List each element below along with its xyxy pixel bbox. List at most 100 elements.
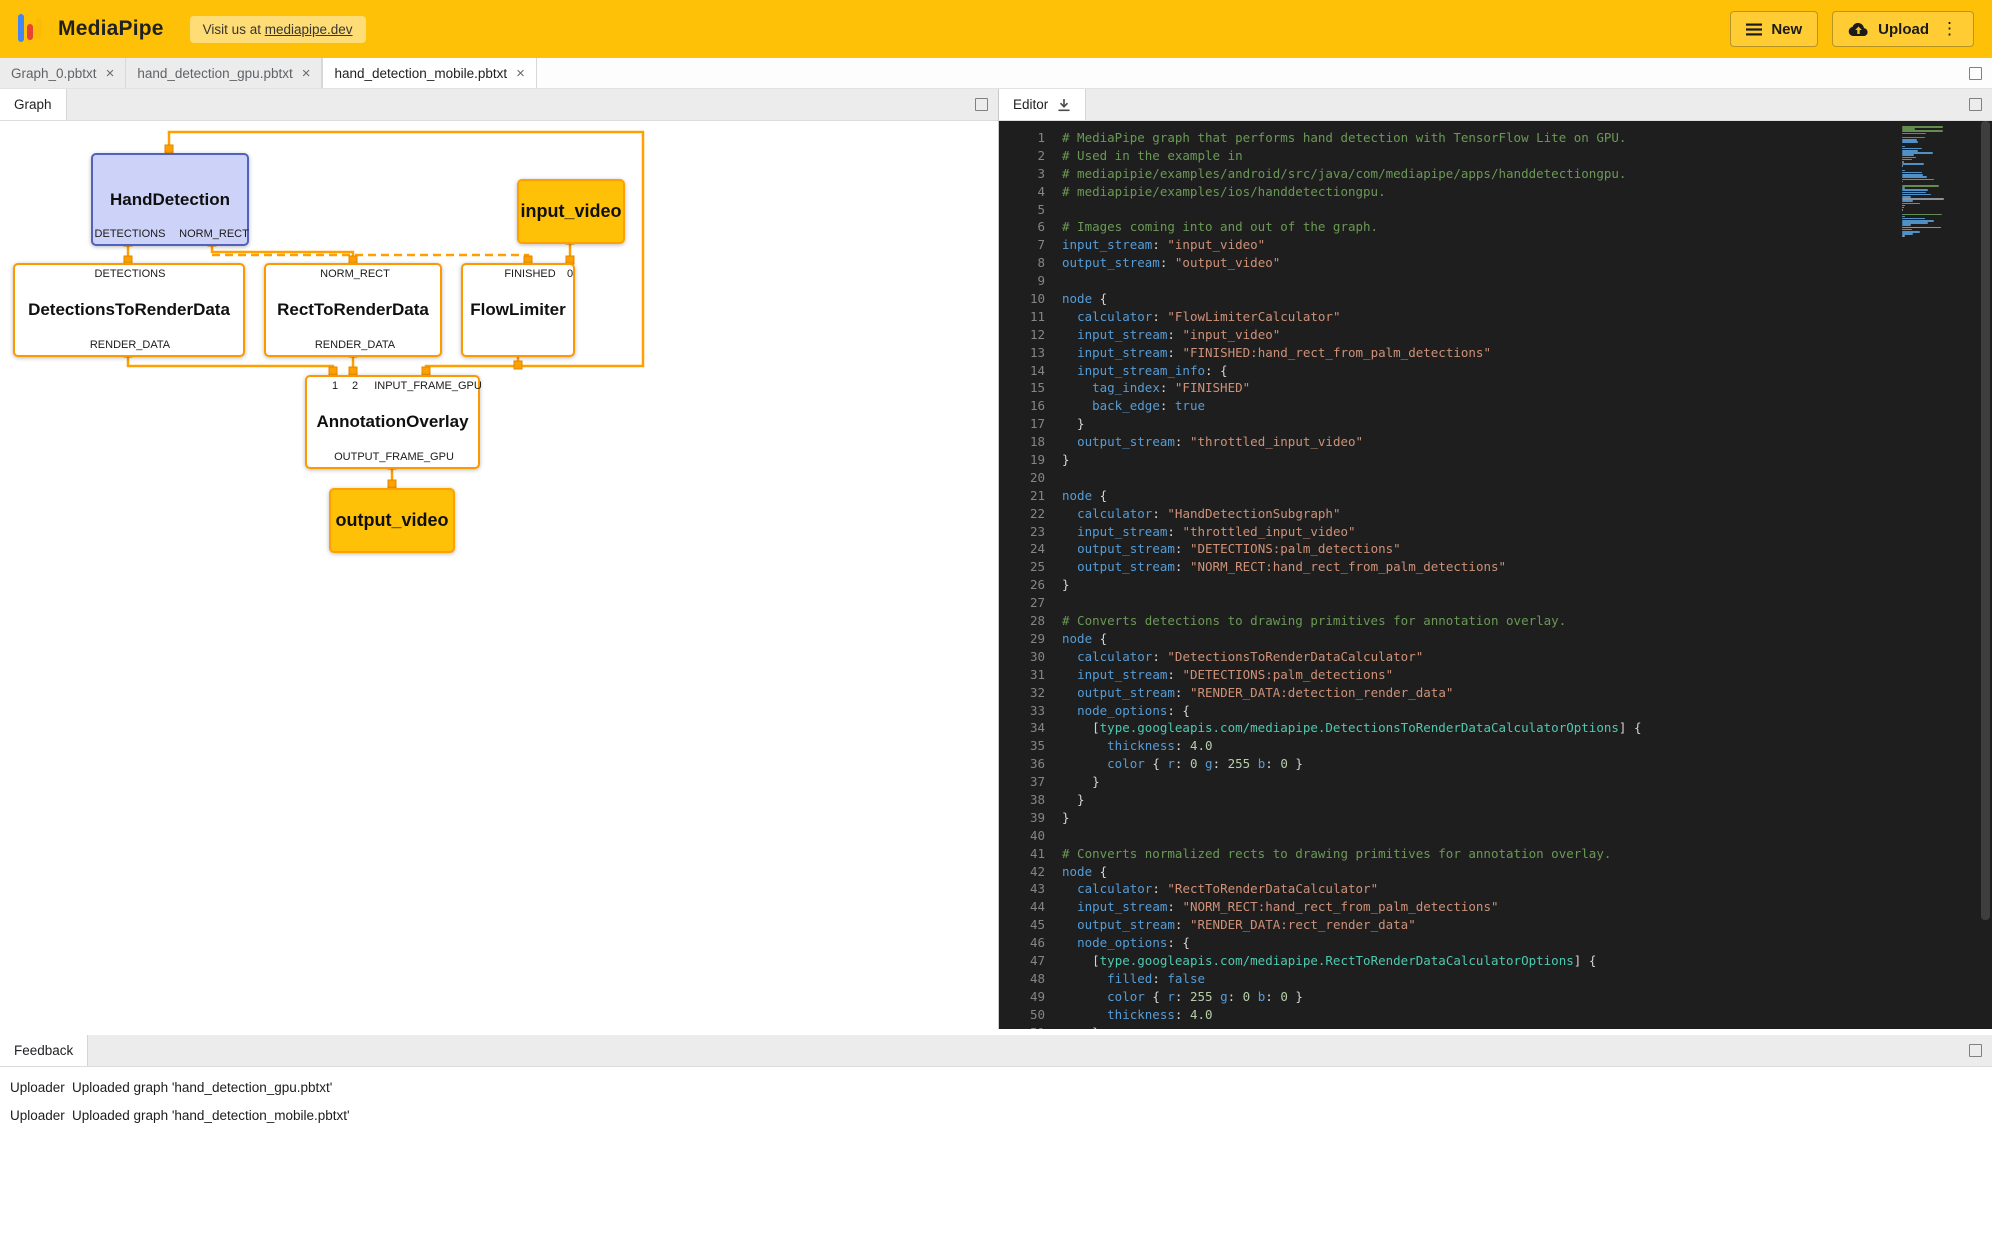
tab-graph[interactable]: Graph bbox=[0, 89, 67, 120]
code-line: 45 output_stream: "RENDER_DATA:rect_rend… bbox=[999, 916, 1892, 934]
code-line: 20 bbox=[999, 469, 1892, 487]
new-button[interactable]: New bbox=[1730, 11, 1818, 47]
code-line: 8output_stream: "output_video" bbox=[999, 254, 1892, 272]
close-icon[interactable]: × bbox=[302, 65, 311, 82]
code-text: input_stream_info: { bbox=[1062, 362, 1228, 380]
code-text: node_options: { bbox=[1062, 702, 1190, 720]
code-text: # Images coming into and out of the grap… bbox=[1062, 218, 1378, 236]
code-text: thickness: 4.0 bbox=[1062, 1006, 1213, 1024]
graph-node-flow_limiter[interactable]: FINISHED0FlowLimiter bbox=[461, 263, 575, 357]
code-text: } bbox=[1062, 1024, 1100, 1029]
file-tab[interactable]: hand_detection_gpu.pbtxt× bbox=[126, 58, 322, 88]
code-line: 28# Converts detections to drawing primi… bbox=[999, 612, 1892, 630]
graph-canvas[interactable]: HandDetectionDETECTIONSNORM_RECT input_vi… bbox=[0, 121, 998, 1029]
feedback-source: Uploader bbox=[10, 1108, 72, 1123]
code-text: output_stream: "DETECTIONS:palm_detectio… bbox=[1062, 540, 1401, 558]
feedback-message: Uploaded graph 'hand_detection_gpu.pbtxt… bbox=[72, 1080, 332, 1095]
download-icon[interactable] bbox=[1057, 98, 1071, 112]
popout-icon[interactable] bbox=[975, 98, 988, 111]
code-line: 39} bbox=[999, 809, 1892, 827]
tab-editor[interactable]: Editor bbox=[999, 89, 1086, 120]
code-line: 42node { bbox=[999, 863, 1892, 881]
line-number: 10 bbox=[999, 290, 1045, 308]
minimap[interactable] bbox=[1902, 126, 1974, 238]
code-text: tag_index: "FINISHED" bbox=[1062, 379, 1250, 397]
code-text: # Converts detections to drawing primiti… bbox=[1062, 612, 1566, 630]
port-label: DETECTIONS bbox=[95, 268, 166, 280]
minimap-line bbox=[1902, 157, 1916, 159]
code-text: color { r: 0 g: 255 b: 0 } bbox=[1062, 755, 1303, 773]
popout-icon[interactable] bbox=[1969, 67, 1982, 80]
code-line: 40 bbox=[999, 827, 1892, 845]
graph-node-rect_to_render_data[interactable]: NORM_RECTRectToRenderDataRENDER_DATA bbox=[264, 263, 442, 357]
code-line: 32 output_stream: "RENDER_DATA:detection… bbox=[999, 684, 1892, 702]
file-tab-label: hand_detection_mobile.pbtxt bbox=[334, 66, 507, 81]
graph-node-input_video[interactable]: input_video bbox=[517, 179, 625, 244]
editor-panel: Editor 1# MediaPipe graph that performs … bbox=[999, 89, 1992, 1029]
minimap-line bbox=[1902, 185, 1939, 187]
close-icon[interactable]: × bbox=[106, 65, 115, 82]
tab-feedback[interactable]: Feedback bbox=[0, 1035, 88, 1066]
graph-node-hand_detection[interactable]: HandDetectionDETECTIONSNORM_RECT bbox=[91, 153, 249, 246]
code-text: node { bbox=[1062, 630, 1107, 648]
upload-button[interactable]: Upload ⋮ bbox=[1832, 11, 1974, 47]
code-text: output_stream: "throttled_input_video" bbox=[1062, 433, 1363, 451]
upload-button-label: Upload bbox=[1878, 21, 1929, 38]
code-editor[interactable]: 1# MediaPipe graph that performs hand de… bbox=[999, 121, 1992, 1029]
graph-node-detections_to_render_data[interactable]: DETECTIONSDetectionsToRenderDataRENDER_D… bbox=[13, 263, 245, 357]
code-line: 30 calculator: "DetectionsToRenderDataCa… bbox=[999, 648, 1892, 666]
file-tab[interactable]: Graph_0.pbtxt× bbox=[0, 58, 126, 88]
minimap-line bbox=[1902, 209, 1903, 211]
line-number: 51 bbox=[999, 1024, 1045, 1029]
code-line: 11 calculator: "FlowLimiterCalculator" bbox=[999, 308, 1892, 326]
line-number: 36 bbox=[999, 755, 1045, 773]
code-line: 1# MediaPipe graph that performs hand de… bbox=[999, 129, 1892, 147]
code-line: 46 node_options: { bbox=[999, 934, 1892, 952]
code-text: node { bbox=[1062, 863, 1107, 881]
line-number: 21 bbox=[999, 487, 1045, 505]
node-input-ports: 12INPUT_FRAME_GPU bbox=[307, 377, 478, 396]
port-label: INPUT_FRAME_GPU bbox=[374, 380, 482, 392]
visit-chip-text: Visit us at bbox=[203, 22, 265, 37]
feedback-log: UploaderUploaded graph 'hand_detection_g… bbox=[0, 1067, 1992, 1129]
code-text: # mediapipie/examples/ios/handdetectiong… bbox=[1062, 183, 1386, 201]
graph-node-annotation_overlay[interactable]: 12INPUT_FRAME_GPUAnnotationOverlayOUTPUT… bbox=[305, 375, 480, 469]
line-number: 38 bbox=[999, 791, 1045, 809]
popout-icon[interactable] bbox=[1969, 98, 1982, 111]
node-output-ports: OUTPUT_FRAME_GPU bbox=[307, 448, 478, 467]
line-number: 7 bbox=[999, 236, 1045, 254]
new-button-label: New bbox=[1771, 21, 1802, 38]
editor-scrollbar[interactable] bbox=[1978, 121, 1992, 1029]
kebab-menu-icon[interactable]: ⋮ bbox=[1941, 19, 1958, 39]
graph-node-output_video[interactable]: output_video bbox=[329, 488, 455, 553]
node-input-ports: FINISHED0 bbox=[463, 265, 573, 284]
file-tab[interactable]: hand_detection_mobile.pbtxt × bbox=[322, 58, 536, 88]
minimap-line bbox=[1902, 159, 1912, 161]
popout-icon[interactable] bbox=[1969, 1044, 1982, 1057]
minimap-line bbox=[1902, 227, 1941, 229]
port-marker bbox=[349, 367, 357, 375]
scrollbar-thumb[interactable] bbox=[1981, 121, 1990, 920]
minimap-line bbox=[1902, 189, 1928, 191]
app-title: MediaPipe bbox=[58, 17, 164, 41]
code-line: 4# mediapipie/examples/ios/handdetection… bbox=[999, 183, 1892, 201]
code-line: 5 bbox=[999, 201, 1892, 219]
line-number: 31 bbox=[999, 666, 1045, 684]
port-marker bbox=[514, 361, 522, 369]
close-icon[interactable]: × bbox=[516, 65, 525, 82]
port-label: FINISHED bbox=[504, 268, 555, 280]
line-number: 20 bbox=[999, 469, 1045, 487]
node-title: RectToRenderData bbox=[266, 284, 440, 336]
code-line: 7input_stream: "input_video" bbox=[999, 236, 1892, 254]
port-label: DETECTIONS bbox=[95, 228, 166, 240]
code-text: node_options: { bbox=[1062, 934, 1190, 952]
mediapipe-dev-link[interactable]: mediapipe.dev bbox=[265, 22, 353, 37]
tab-editor-label: Editor bbox=[1013, 97, 1048, 112]
port-label: NORM_RECT bbox=[320, 268, 390, 280]
line-number: 23 bbox=[999, 523, 1045, 541]
line-number: 11 bbox=[999, 308, 1045, 326]
code-line: 19} bbox=[999, 451, 1892, 469]
code-line: 34 [type.googleapis.com/mediapipe.Detect… bbox=[999, 719, 1892, 737]
app-header: MediaPipe Visit us at mediapipe.dev New … bbox=[0, 0, 1992, 58]
line-number: 13 bbox=[999, 344, 1045, 362]
